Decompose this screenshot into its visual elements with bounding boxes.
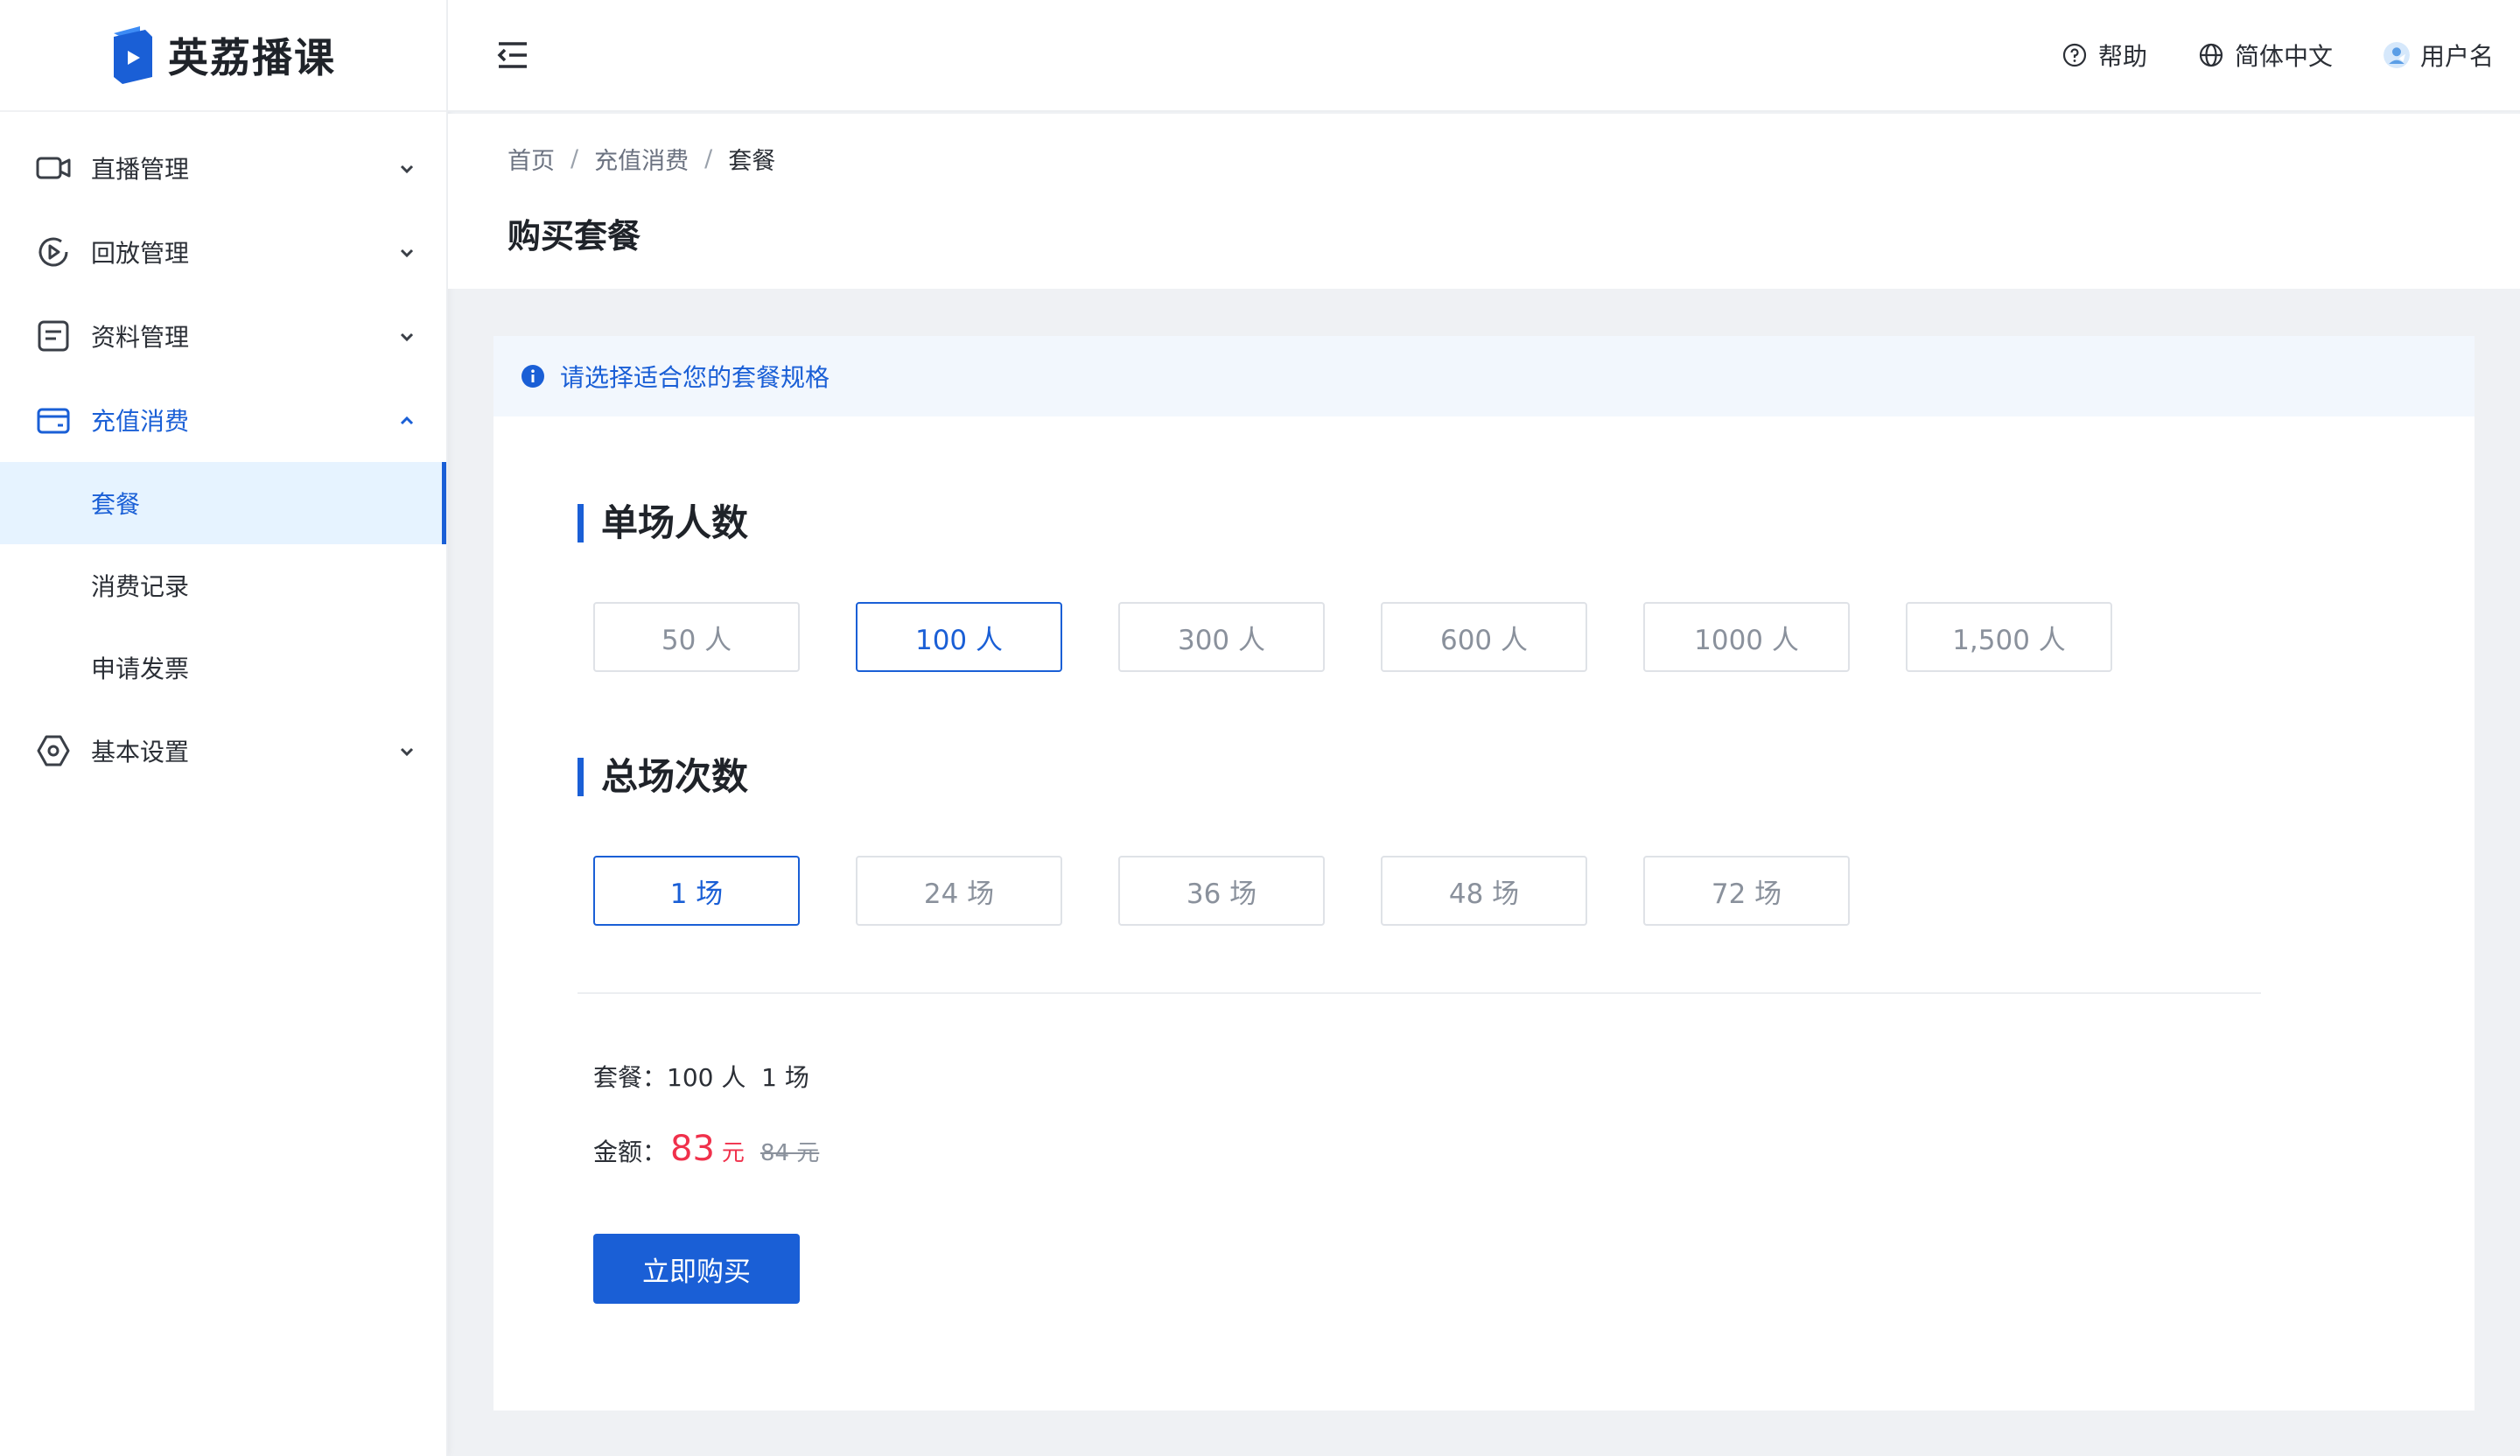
sidebar-item-recharge[interactable]: 充值消费	[0, 378, 446, 462]
menu-fold-icon[interactable]	[494, 36, 532, 74]
chevron-up-icon	[400, 416, 414, 425]
document-icon	[38, 320, 69, 352]
sessions-option[interactable]: 36 场	[1118, 856, 1325, 926]
sidebar-menu: 直播管理 回放管理 资料管理 充值消费 套餐 消费记录 申请发票 基本设置	[0, 112, 446, 793]
sidebar-subitem-label: 申请发票	[91, 654, 190, 683]
user-menu[interactable]: 用户名	[2383, 38, 2494, 73]
page-header: 首页 / 充值消费 / 套餐 购买套餐	[448, 114, 2520, 289]
alert-text: 请选择适合您的套餐规格	[560, 363, 830, 392]
buy-now-button[interactable]: 立即购买	[593, 1234, 800, 1304]
chevron-down-icon	[400, 332, 414, 342]
breadcrumb-separator: /	[704, 145, 713, 172]
breadcrumb: 首页 / 充值消费 / 套餐	[508, 114, 2520, 176]
help-link[interactable]: 帮助	[2062, 38, 2147, 73]
globe-icon	[2199, 43, 2223, 67]
package-summary: 套餐： 100 人 1 场	[593, 1059, 809, 1094]
package-card: 请选择适合您的套餐规格 单场人数 50 人 100 人 300 人 600 人 …	[494, 336, 2474, 1410]
audience-option[interactable]: 300 人	[1118, 602, 1325, 672]
sidebar-item-label: 充值消费	[91, 407, 190, 436]
sessions-options: 1 场 24 场 36 场 48 场 72 场	[593, 856, 1906, 926]
logo[interactable]: 英荔播课	[0, 0, 446, 112]
breadcrumb-current: 套餐	[728, 148, 776, 175]
sidebar-item-label: 基本设置	[91, 738, 190, 766]
chevron-down-icon	[400, 248, 414, 258]
audience-section-title: 单场人数	[578, 504, 748, 542]
app-root: 英荔播课 直播管理 回放管理 资料管理 充值消费 套餐 消费记录 申请发票 基本…	[0, 0, 2520, 1456]
brand-name: 英荔播课	[168, 34, 336, 81]
replay-icon	[38, 237, 68, 267]
original-price: 84 元	[760, 1140, 820, 1166]
sidebar-subitem-label: 消费记录	[91, 572, 190, 601]
sidebar-subitem-package[interactable]: 套餐	[0, 462, 446, 544]
sessions-option[interactable]: 48 场	[1381, 856, 1587, 926]
sidebar-item-replay[interactable]: 回放管理	[0, 210, 446, 294]
chevron-down-icon	[400, 747, 414, 757]
sidebar-item-materials[interactable]: 资料管理	[0, 294, 446, 378]
video-camera-icon	[36, 157, 71, 179]
audience-option[interactable]: 1000 人	[1643, 602, 1850, 672]
help-circle-icon	[2062, 43, 2087, 67]
sidebar-item-label: 直播管理	[91, 155, 190, 184]
audience-option[interactable]: 50 人	[593, 602, 800, 672]
breadcrumb-separator: /	[570, 145, 579, 172]
audience-option[interactable]: 1,500 人	[1906, 602, 2112, 672]
divider	[578, 992, 2261, 994]
amount-label: 金额：	[593, 1138, 668, 1166]
sidebar-item-label: 回放管理	[91, 239, 190, 268]
sidebar-subitem-label: 套餐	[91, 490, 141, 519]
avatar	[2383, 42, 2410, 68]
help-label: 帮助	[2097, 42, 2147, 71]
breadcrumb-home[interactable]: 首页	[508, 142, 555, 176]
wallet-icon	[37, 408, 70, 434]
sessions-option-selected[interactable]: 1 场	[593, 856, 800, 926]
sidebar-subitem-invoice[interactable]: 申请发票	[0, 626, 446, 709]
audience-option[interactable]: 600 人	[1381, 602, 1587, 672]
info-icon	[522, 365, 544, 388]
settings-icon	[37, 735, 70, 766]
language-label: 简体中文	[2234, 42, 2333, 71]
sidebar-item-settings[interactable]: 基本设置	[0, 709, 446, 793]
top-header: 帮助 简体中文 用户名	[448, 0, 2520, 112]
price-unit: 元	[721, 1140, 745, 1166]
amount-summary: 金额： 83 元 84 元	[593, 1129, 819, 1169]
chevron-down-icon	[400, 164, 414, 174]
logo-icon	[114, 26, 152, 84]
sidebar: 英荔播课 直播管理 回放管理 资料管理 充值消费 套餐 消费记录 申请发票 基本…	[0, 0, 448, 1456]
sessions-option[interactable]: 24 场	[856, 856, 1062, 926]
audience-options: 50 人 100 人 300 人 600 人 1000 人 1,500 人	[593, 602, 2168, 672]
sidebar-subitem-consumption-records[interactable]: 消费记录	[0, 544, 446, 626]
header-actions: 帮助 简体中文 用户名	[2011, 38, 2520, 73]
page-title: 购买套餐	[508, 217, 641, 256]
sidebar-item-label: 资料管理	[91, 323, 190, 352]
sessions-option[interactable]: 72 场	[1643, 856, 1850, 926]
info-alert: 请选择适合您的套餐规格	[494, 336, 2474, 416]
breadcrumb-recharge[interactable]: 充值消费	[594, 142, 689, 176]
package-value: 100 人 1 场	[667, 1063, 809, 1092]
sidebar-item-live[interactable]: 直播管理	[0, 126, 446, 210]
sessions-section-title: 总场次数	[578, 758, 748, 796]
language-switcher[interactable]: 简体中文	[2198, 38, 2333, 73]
username: 用户名	[2419, 42, 2494, 71]
audience-option-selected[interactable]: 100 人	[856, 602, 1062, 672]
package-label: 套餐：	[593, 1063, 668, 1092]
price-value: 83	[670, 1129, 715, 1169]
